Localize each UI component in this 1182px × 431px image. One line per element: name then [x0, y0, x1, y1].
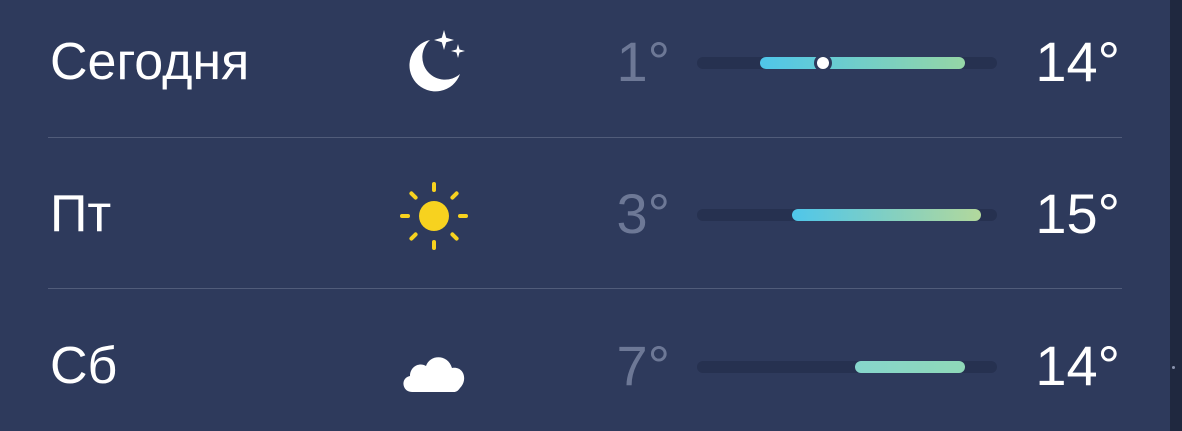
row-divider [48, 137, 1122, 138]
day-label: Сб [50, 337, 118, 395]
forecast-row-today[interactable]: Сегодня 1° 14° [0, 2, 1170, 122]
cloud-icon [398, 332, 470, 404]
high-temperature: 14° [1035, 334, 1120, 397]
low-temperature: 1° [616, 30, 670, 93]
row-divider [48, 288, 1122, 289]
high-temperature: 15° [1035, 182, 1120, 245]
low-temperature: 3° [616, 182, 670, 245]
forecast-row-sat[interactable]: Сб 7° 14° [0, 306, 1170, 426]
temperature-range-bar [697, 57, 997, 69]
temperature-range-fill [760, 57, 966, 69]
temperature-range-bar [697, 361, 997, 373]
temperature-range-fill [854, 361, 966, 373]
moon-stars-icon [400, 28, 472, 100]
low-temperature: 7° [616, 334, 670, 397]
forecast-row-fri[interactable]: Пт 3° 15° [0, 154, 1170, 274]
temperature-range-fill [791, 209, 982, 221]
day-label: Сегодня [50, 33, 250, 91]
scroll-indicator[interactable] [1172, 366, 1175, 369]
temperature-range-bar [697, 209, 997, 221]
high-temperature: 14° [1035, 30, 1120, 93]
day-label: Пт [50, 185, 112, 243]
daily-forecast-panel: Сегодня 1° 14° Пт 3° 15° Сб 7° 14° [0, 0, 1170, 431]
sun-icon [398, 180, 470, 252]
